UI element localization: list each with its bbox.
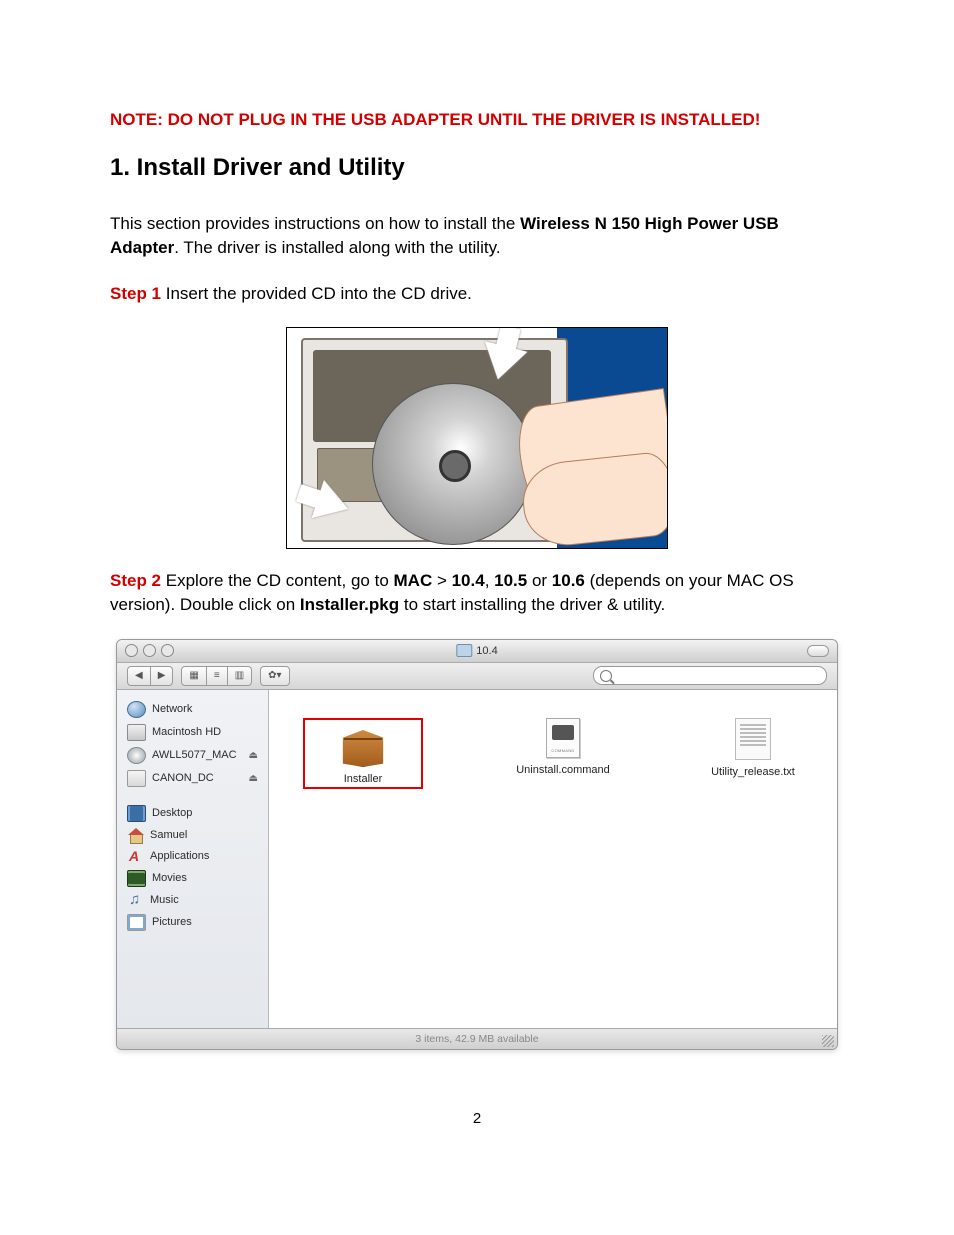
step-2-label: Step 2 — [110, 571, 161, 590]
sidebar-item-macintosh-hd[interactable]: Macintosh HD — [117, 721, 268, 744]
cd-insert-illustration — [286, 327, 668, 549]
intro-text-tail: . The driver is installed along with the… — [174, 238, 500, 257]
text-file-icon — [735, 718, 771, 760]
status-text: 3 items, 42.9 MB available — [415, 1033, 538, 1045]
step-1-label: Step 1 — [110, 284, 161, 303]
music-icon — [127, 893, 144, 908]
back-button[interactable]: ◀ — [127, 666, 151, 686]
hdd-icon — [127, 724, 146, 741]
pictures-icon — [127, 914, 146, 931]
column-view-button[interactable]: ▥ — [228, 666, 252, 686]
path-v1: 10.4 — [452, 571, 485, 590]
file-installer[interactable]: Installer — [303, 718, 423, 789]
path-v2: 10.5 — [494, 571, 527, 590]
sidebar-item-network[interactable]: Network — [117, 698, 268, 721]
step-2: Step 2 Explore the CD content, go to MAC… — [110, 569, 844, 617]
sidebar-item-movies[interactable]: Movies — [117, 867, 268, 890]
eject-icon[interactable]: ⏏ — [249, 750, 258, 761]
action-menu-button[interactable]: ✿▾ — [260, 666, 289, 686]
close-icon[interactable] — [125, 644, 138, 657]
sidebar-item-music[interactable]: Music — [117, 890, 268, 911]
list-view-button[interactable]: ≡ — [207, 666, 228, 686]
folder-icon — [456, 644, 472, 657]
path-mac: MAC — [394, 571, 433, 590]
sidebar-item-home[interactable]: Samuel — [117, 825, 268, 846]
eject-icon[interactable]: ⏏ — [249, 773, 258, 784]
sidebar-item-applications[interactable]: Applications — [117, 846, 268, 867]
nav-buttons: ◀ ▶ — [127, 666, 173, 686]
desktop-icon — [127, 805, 146, 822]
cd-icon — [127, 747, 146, 764]
step-1-text: Insert the provided CD into the CD drive… — [161, 284, 472, 303]
page-number: 2 — [110, 1110, 844, 1127]
sidebar-item-pictures[interactable]: Pictures — [117, 911, 268, 934]
package-icon — [339, 725, 387, 767]
applications-icon — [127, 849, 144, 864]
finder-sidebar: Network Macintosh HD AWLL5077_MAC⏏ CANON… — [117, 690, 269, 1028]
window-title: 10.4 — [456, 644, 497, 657]
minimize-icon[interactable] — [143, 644, 156, 657]
file-utility-release-txt[interactable]: Utility_release.txt — [703, 718, 803, 789]
file-uninstall-command[interactable]: Uninstall.command — [513, 718, 613, 789]
search-icon — [600, 670, 612, 682]
window-controls — [125, 644, 174, 657]
sidebar-item-canon-dc[interactable]: CANON_DC⏏ — [117, 767, 268, 790]
section-heading: 1. Install Driver and Utility — [110, 154, 844, 182]
home-icon — [127, 828, 144, 843]
path-v3: 10.6 — [552, 571, 585, 590]
resize-grip-icon[interactable] — [822, 1035, 834, 1047]
finder-toolbar: ◀ ▶ ▦ ≡ ▥ ✿▾ — [117, 663, 837, 690]
zoom-icon[interactable] — [161, 644, 174, 657]
sidebar-item-awll5077-mac[interactable]: AWLL5077_MAC⏏ — [117, 744, 268, 767]
icon-view-button[interactable]: ▦ — [181, 666, 206, 686]
window-title-text: 10.4 — [476, 645, 497, 657]
file-label: Uninstall.command — [516, 764, 610, 776]
command-file-icon — [546, 718, 580, 758]
file-label: Utility_release.txt — [711, 766, 795, 778]
finder-window: 10.4 ◀ ▶ ▦ ≡ ▥ ✿▾ Network Ma — [116, 639, 838, 1050]
view-buttons: ▦ ≡ ▥ — [181, 666, 252, 686]
drive-icon — [127, 770, 146, 787]
movies-icon — [127, 870, 146, 887]
intro-paragraph: This section provides instructions on ho… — [110, 212, 844, 260]
finder-titlebar[interactable]: 10.4 — [117, 640, 837, 663]
warning-note: NOTE: DO NOT PLUG IN THE USB ADAPTER UNT… — [110, 110, 844, 130]
sidebar-item-desktop[interactable]: Desktop — [117, 802, 268, 825]
finder-statusbar: 3 items, 42.9 MB available — [117, 1028, 837, 1049]
network-icon — [127, 701, 146, 718]
toolbar-toggle-button[interactable] — [807, 645, 829, 657]
step-1: Step 1 Insert the provided CD into the C… — [110, 282, 844, 306]
search-field[interactable] — [593, 666, 827, 685]
forward-button[interactable]: ▶ — [151, 666, 174, 686]
intro-text: This section provides instructions on ho… — [110, 214, 520, 233]
file-label: Installer — [344, 773, 383, 785]
finder-content[interactable]: Installer Uninstall.command Utility_rele… — [269, 690, 837, 1028]
installer-pkg: Installer.pkg — [300, 595, 399, 614]
